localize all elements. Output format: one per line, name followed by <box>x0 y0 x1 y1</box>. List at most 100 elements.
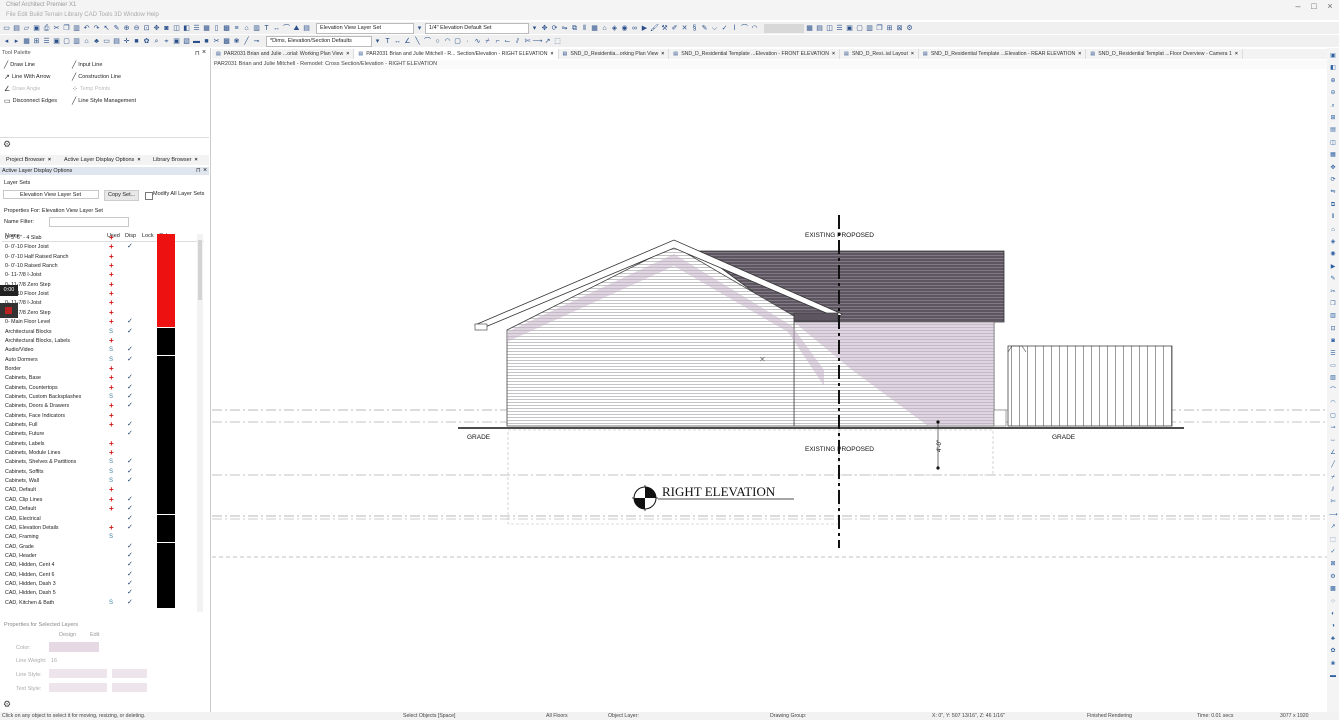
layer-row[interactable]: Cabinets, Module Lines + <box>2 448 204 459</box>
layer-display-checkbox[interactable]: ✓ <box>127 429 133 439</box>
layer-row[interactable]: 0- 0'-10 Floor Joist + <box>2 289 204 300</box>
extend-icon[interactable]: ⟶ <box>1329 511 1338 519</box>
color-swatch[interactable] <box>49 642 99 652</box>
flower-icon[interactable]: ❀ <box>1329 660 1337 668</box>
layer-color-swatch[interactable] <box>157 290 175 300</box>
layer-row[interactable]: 0- Main Floor Level + ✓ <box>2 317 204 328</box>
tree-icon[interactable]: ♣ <box>92 37 101 46</box>
layer-color-swatch[interactable] <box>157 364 175 375</box>
circle-tool-icon[interactable]: ○ <box>433 37 442 46</box>
point-tool-icon[interactable]: · <box>463 37 472 46</box>
plan-icon[interactable]: ▤ <box>112 37 121 46</box>
layer-row[interactable]: CAD, Hidden, Cent 6 ✓ <box>2 570 204 580</box>
view-cascade-icon[interactable]: ❐ <box>875 24 884 33</box>
copy-icon[interactable]: ⧉ <box>1329 201 1337 209</box>
object-icon[interactable]: ▩ <box>1329 585 1337 593</box>
arc-icon[interactable]: ◠ <box>750 24 759 33</box>
text-tool-icon[interactable]: T <box>383 37 392 46</box>
text-icon[interactable]: T <box>262 24 271 33</box>
settings-icon[interactable]: ⚙ <box>905 24 914 33</box>
pin-icon[interactable]: ✎ <box>700 24 709 33</box>
render-icon[interactable]: ◉ <box>620 24 629 33</box>
layer-row[interactable]: Cabinets, Future ✓ <box>2 429 204 440</box>
layer-row[interactable]: Cabinets, Full + ✓ <box>2 420 204 431</box>
layer-row[interactable]: CAD, Hidden, Cent 4 ✓ <box>2 561 204 571</box>
layer-color-swatch[interactable] <box>157 411 175 421</box>
view-tab[interactable]: ▤ PAR2031 Brian and Julie ...orial: Worki… <box>212 49 355 59</box>
layer-display-checkbox[interactable]: ✓ <box>127 523 133 533</box>
zoom-in-icon[interactable]: ⊕ <box>122 24 131 33</box>
edit-icon[interactable]: ✎ <box>1329 275 1337 283</box>
layer-color-swatch[interactable] <box>157 299 175 309</box>
view-tile-icon[interactable]: ▣ <box>845 24 854 33</box>
ruler-icon[interactable]: ▬ <box>1329 672 1337 680</box>
layer-color-swatch[interactable] <box>157 449 175 459</box>
check-icon[interactable]: ✓ <box>720 24 729 33</box>
extend-tool-icon[interactable]: ⟶ <box>532 37 542 46</box>
fill-window-icon[interactable]: ⊡ <box>1329 325 1337 333</box>
close-icon[interactable]: × <box>1322 1 1338 11</box>
layer-row[interactable]: 0- 11-7/8 I-Joist + <box>2 270 204 281</box>
glass-icon[interactable]: ⌖ <box>162 37 171 46</box>
view-tab[interactable]: ▤ SND_D_Residential Templat ...Floor Over… <box>1086 49 1243 59</box>
marquee-icon[interactable]: ⬚ <box>1329 536 1337 544</box>
zoom-out-icon[interactable]: ⊖ <box>132 24 141 33</box>
close-icon[interactable]: × <box>48 157 51 163</box>
stack-icon[interactable]: ▥ <box>1329 312 1337 320</box>
close-icon[interactable]: × <box>832 49 835 59</box>
layer-row[interactable]: 0- 0'-10 Raised Ranch + <box>2 261 204 272</box>
layer-row[interactable]: CAD, Hidden, Dash 5 ✓ <box>2 589 204 599</box>
layer-row[interactable]: Architectural Blocks, Labels + <box>2 336 204 347</box>
layer-color-swatch[interactable] <box>157 542 175 552</box>
dropdown-arrow-icon[interactable]: ▾ <box>530 24 539 33</box>
grid-icon[interactable]: ⊞ <box>32 37 41 46</box>
delete-icon[interactable]: ✕ <box>680 24 689 33</box>
layer-set-dropdown[interactable]: Elevation View Layer Set <box>316 22 414 34</box>
select-icon[interactable]: ↖ <box>102 24 111 33</box>
pin-icon[interactable]: ⊓ <box>195 50 200 57</box>
walls-icon[interactable]: ▦ <box>202 24 211 33</box>
layer-row[interactable]: Audio/Video S ✓ <box>2 346 204 356</box>
curve-icon[interactable]: ⌒ <box>740 24 749 33</box>
layer-color-swatch[interactable] <box>157 280 175 291</box>
layer-display-checkbox[interactable]: ✓ <box>127 242 133 252</box>
close-icon[interactable]: × <box>661 49 664 59</box>
view-split-icon[interactable]: ◫ <box>825 24 834 33</box>
view-tab[interactable]: ▤ PAR2031 Brian and Julie Mitchell - R...… <box>354 49 559 59</box>
layer-row[interactable]: 0- 3'-6" - 4 Slab + <box>2 234 204 244</box>
minimize-icon[interactable]: – <box>1290 1 1306 11</box>
layer-color-swatch[interactable] <box>157 579 175 590</box>
layer-color-swatch[interactable] <box>157 551 175 562</box>
plant-icon[interactable]: ✿ <box>142 37 151 46</box>
layer-display-checkbox[interactable]: ✓ <box>127 598 133 608</box>
gear-icon[interactable]: ⚙ <box>3 699 11 710</box>
palette-line-with-arrow[interactable]: ↗ Line With Arrow <box>4 73 50 81</box>
folder-icon[interactable]: ▭ <box>102 37 111 46</box>
layer-display-checkbox[interactable]: ✓ <box>127 355 133 365</box>
library-icon[interactable]: ▤ <box>302 24 311 33</box>
dropdown-arrow-icon[interactable]: ▾ <box>415 24 424 33</box>
angle-icon[interactable]: ∠ <box>1329 449 1337 457</box>
arrow-right-icon[interactable]: ▸ <box>12 37 21 46</box>
materials-icon[interactable]: ◈ <box>610 24 619 33</box>
close-icon[interactable]: × <box>346 49 349 59</box>
list-icon[interactable]: ▤ <box>1329 126 1337 134</box>
layer-row[interactable]: CAD, Default + ✓ <box>2 504 204 515</box>
arc-tool-icon[interactable]: ◠ <box>443 37 452 46</box>
chamfer-tool-icon[interactable]: ⌙ <box>503 37 512 46</box>
layer-row[interactable]: Cabinets, Countertops + ✓ <box>2 383 204 393</box>
layer-row[interactable]: CAD, Framing S <box>2 533 204 543</box>
dimension-icon[interactable]: ↔ <box>272 24 281 33</box>
render-icon[interactable]: ◉ <box>1329 250 1337 258</box>
layer-row[interactable]: 0- 0'-10 Half Raised Ranch + <box>2 252 204 262</box>
duplicate-icon[interactable]: ❐ <box>1329 300 1337 308</box>
box-icon[interactable]: ▢ <box>1329 412 1337 420</box>
group-icon[interactable]: ▦ <box>590 24 599 33</box>
spring-icon[interactable]: § <box>690 24 699 33</box>
offset-tool-icon[interactable]: ⫽ <box>513 37 522 46</box>
crosshair-icon[interactable]: ✛ <box>122 37 131 46</box>
close-icon[interactable]: × <box>550 49 553 59</box>
window-tile-icon[interactable]: ▣ <box>52 37 61 46</box>
align-icon[interactable]: ⫴ <box>580 24 589 33</box>
arrow-left-icon[interactable]: ◂ <box>2 37 11 46</box>
